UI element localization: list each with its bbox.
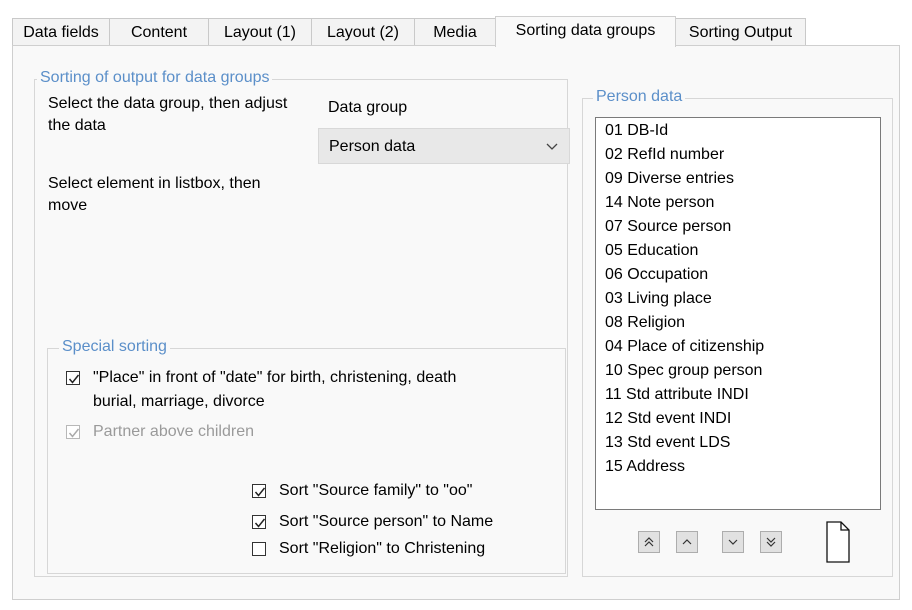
data-group-label: Data group	[328, 99, 408, 116]
list-item[interactable]: 15 Address	[605, 456, 685, 478]
list-item[interactable]: 07 Source person	[605, 216, 731, 238]
chevron-down-icon	[728, 539, 738, 545]
sort-source-person-label: Sort "Source person" to Name	[279, 513, 494, 530]
sorting-output-group-title: Sorting of output for data groups	[37, 69, 273, 87]
list-item[interactable]: 01 DB-Id	[605, 120, 668, 142]
tab-data-fields[interactable]: Data fields	[12, 18, 110, 46]
list-item[interactable]: 12 Std event INDI	[605, 408, 731, 430]
check-icon	[254, 518, 266, 528]
partner-above-children-label: Partner above children	[93, 423, 254, 440]
person-data-listbox[interactable]: 01 DB-Id 02 RefId number 09 Diverse entr…	[595, 117, 881, 510]
place-before-date-label-line1: "Place" in front of "date" for birth, ch…	[93, 369, 457, 386]
sort-religion-label: Sort "Religion" to Christening	[279, 540, 486, 557]
chevron-down-icon	[546, 143, 558, 150]
move-down-button[interactable]	[722, 531, 744, 553]
list-item[interactable]: 04 Place of citizenship	[605, 336, 764, 358]
list-item[interactable]: 10 Spec group person	[605, 360, 762, 382]
sort-source-family-checkbox[interactable]	[252, 484, 266, 498]
tab-layout-2[interactable]: Layout (2)	[311, 18, 415, 46]
list-item[interactable]: 13 Std event LDS	[605, 432, 730, 454]
tab-content[interactable]: Content	[109, 18, 209, 46]
tab-sorting-output[interactable]: Sorting Output	[675, 18, 806, 46]
check-icon	[254, 487, 266, 497]
chevron-up-icon	[682, 539, 692, 545]
tab-sorting-data-groups[interactable]: Sorting data groups	[495, 16, 676, 47]
special-sorting-title: Special sorting	[59, 338, 170, 356]
instruction-select-element: Select element in listbox, then move	[48, 175, 261, 214]
list-item[interactable]: 02 RefId number	[605, 144, 724, 166]
list-item[interactable]: 08 Religion	[605, 312, 685, 334]
sort-source-person-checkbox[interactable]	[252, 515, 266, 529]
check-icon	[68, 428, 80, 438]
new-document-icon[interactable]	[826, 521, 850, 563]
place-before-date-checkbox[interactable]	[66, 371, 80, 385]
sort-religion-checkbox[interactable]	[252, 542, 266, 556]
move-bottom-button[interactable]	[760, 531, 782, 553]
list-item[interactable]: 09 Diverse entries	[605, 168, 734, 190]
list-item[interactable]: 14 Note person	[605, 192, 714, 214]
data-group-value: Person data	[329, 138, 416, 155]
data-group-dropdown[interactable]: Person data	[318, 128, 570, 164]
tab-layout-1[interactable]: Layout (1)	[208, 18, 312, 46]
partner-above-children-checkbox[interactable]	[66, 425, 80, 439]
double-chevron-up-icon	[644, 537, 654, 547]
move-top-button[interactable]	[638, 531, 660, 553]
list-item[interactable]: 05 Education	[605, 240, 698, 262]
tab-media[interactable]: Media	[414, 18, 496, 46]
double-chevron-down-icon	[766, 537, 776, 547]
list-item[interactable]: 11 Std attribute INDI	[605, 384, 749, 406]
instruction-select-group: Select the data group, then adjust the d…	[48, 95, 288, 134]
place-before-date-label-line2: burial, marriage, divorce	[93, 393, 265, 410]
sort-source-family-label: Sort "Source family" to "oo"	[279, 482, 473, 499]
list-item[interactable]: 06 Occupation	[605, 264, 708, 286]
list-item[interactable]: 03 Living place	[605, 288, 712, 310]
person-data-title: Person data	[593, 88, 686, 106]
move-up-button[interactable]	[676, 531, 698, 553]
check-icon	[68, 374, 80, 384]
